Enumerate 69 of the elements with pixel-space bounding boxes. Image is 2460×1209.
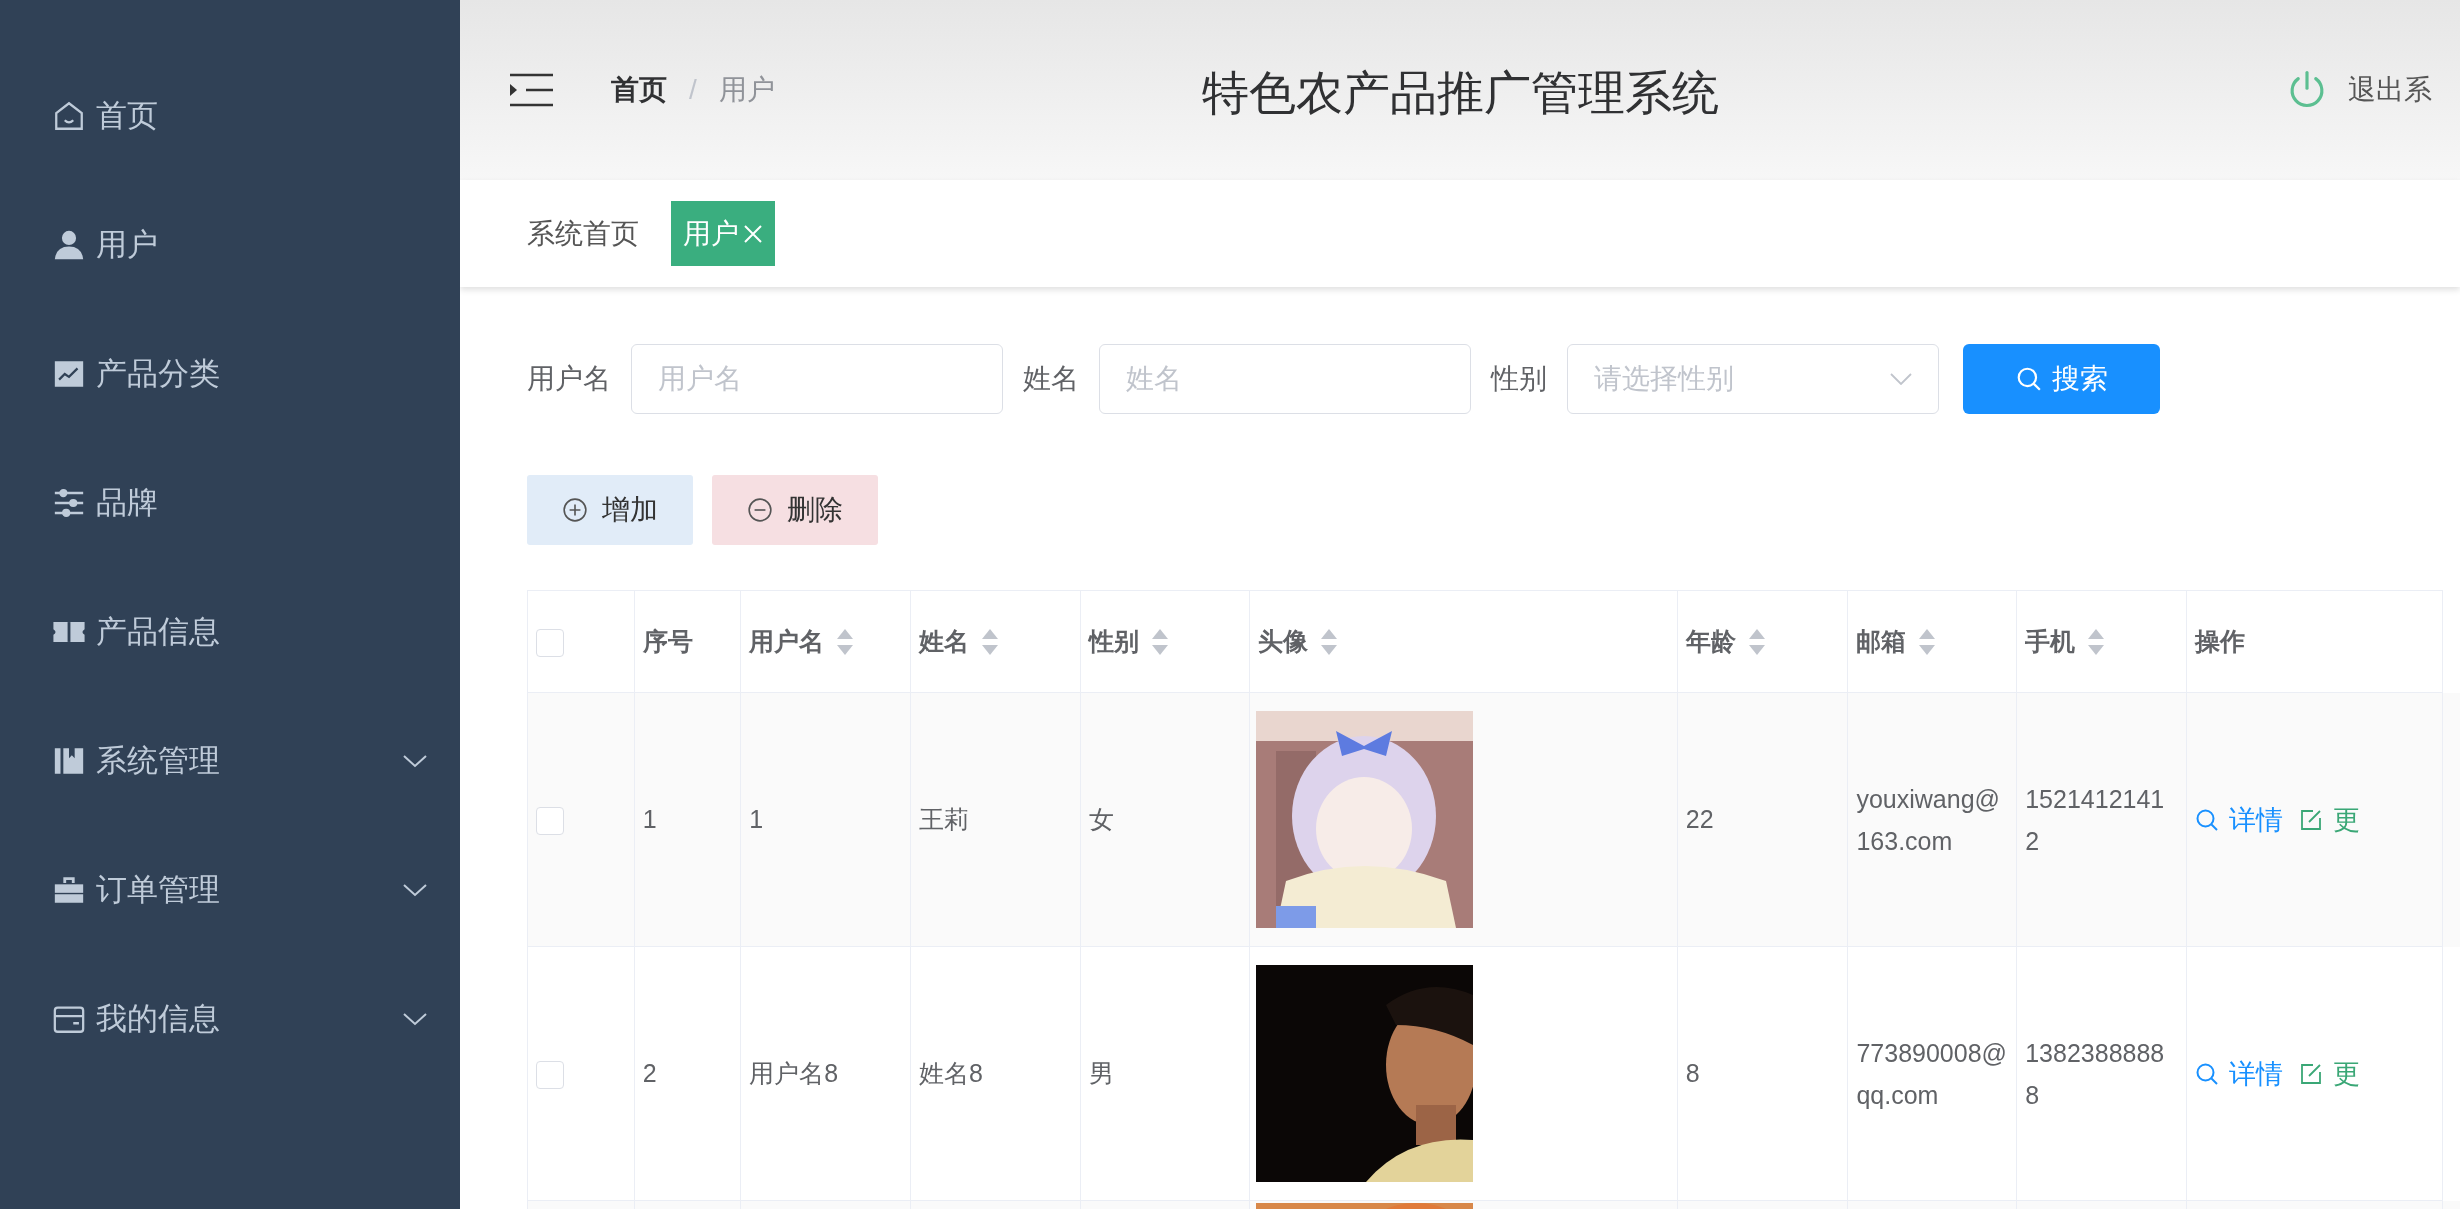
sidebar-menu-item[interactable]: 用户 — [0, 180, 460, 309]
sidebar-menu-item[interactable]: 首页 — [0, 51, 460, 180]
column-header: 序号 — [642, 626, 693, 657]
detail-link[interactable]: 详情 — [2194, 1055, 2283, 1092]
sidebar-menu-item[interactable]: 产品信息 — [0, 567, 460, 696]
filter-label: 用户名 — [527, 362, 611, 396]
checkbox[interactable] — [536, 1060, 564, 1089]
sort-icon[interactable] — [980, 627, 999, 656]
page-tab[interactable]: 系统首页 — [527, 201, 653, 266]
input-field[interactable]: 用户名 — [631, 344, 1003, 414]
sidebar-menu-item[interactable]: 产品分类 — [0, 309, 460, 438]
column-header: 操作 — [2194, 626, 2245, 657]
caret-icon — [1890, 373, 1912, 385]
checkbox[interactable] — [536, 806, 564, 835]
add-button[interactable]: 增加 — [527, 475, 693, 545]
table-cell-text: 13823888888 — [2025, 1037, 2166, 1111]
table-cell-text: 8 — [1685, 1059, 1701, 1088]
table-cell-text: 2 — [642, 1059, 658, 1088]
breadcrumb-item: 用户 — [718, 73, 775, 107]
sidebar-menu-item[interactable]: 订单管理 — [0, 825, 460, 954]
close-icon[interactable] — [743, 223, 763, 244]
chevron-down-icon — [402, 752, 428, 769]
search-icon — [2015, 366, 2042, 392]
sort-icon[interactable] — [2087, 627, 2106, 656]
column-header: 手机 — [2025, 626, 2076, 657]
sidebar-menu-item[interactable]: 品牌 — [0, 438, 460, 567]
edit-icon — [2298, 807, 2323, 832]
sort-icon[interactable] — [836, 627, 855, 656]
logout-link[interactable]: 退出系 — [2348, 71, 2432, 109]
chevron-down-icon — [402, 1010, 428, 1027]
filter-label: 性别 — [1491, 362, 1547, 396]
sort-icon[interactable] — [1918, 627, 1937, 656]
table-cell-text: 男 — [1088, 1058, 1115, 1089]
column-header: 用户名 — [749, 626, 825, 657]
table-cell-text: 773890008@qq.com — [1856, 1037, 2008, 1111]
edit-icon — [2298, 1061, 2323, 1086]
breadcrumb-separator: / — [689, 74, 697, 106]
table-cell-text: 用户名8 — [749, 1058, 840, 1089]
search-icon — [2194, 1061, 2219, 1086]
filter-label: 姓名 — [1023, 362, 1079, 396]
table-cell-text: 15214121412 — [2025, 783, 2166, 857]
breadcrumb-item[interactable]: 首页 — [611, 71, 667, 109]
column-header: 头像 — [1258, 626, 1309, 657]
checkbox[interactable] — [536, 628, 564, 657]
system-title: 特色农产品推广管理系统 — [1201, 66, 1719, 119]
sort-icon[interactable] — [1747, 627, 1766, 656]
sort-icon[interactable] — [1150, 627, 1169, 656]
table-cell-text: 1 — [749, 805, 765, 834]
delete-button[interactable]: 删除 — [712, 475, 878, 545]
menu-icon[interactable] — [510, 73, 553, 107]
column-header: 姓名 — [918, 626, 969, 657]
search-button[interactable]: 搜索 — [1963, 344, 2160, 414]
sort-icon[interactable] — [1320, 627, 1339, 656]
input-field[interactable]: 姓名 — [1099, 344, 1471, 414]
plus-circle-icon — [562, 497, 588, 523]
search-icon — [2194, 807, 2219, 832]
table-cell-text: 22 — [1685, 805, 1715, 834]
sidebar-menu-item[interactable]: 我的信息 — [0, 954, 460, 1083]
chevron-down-icon — [402, 881, 428, 898]
table-cell-text: 女 — [1088, 804, 1115, 835]
sidebar-menu-item[interactable]: 系统管理 — [0, 696, 460, 825]
minus-circle-icon — [747, 497, 773, 523]
table-cell-text: youxiwang@163.com — [1856, 783, 2001, 857]
column-header: 年龄 — [1685, 626, 1736, 657]
column-header: 性别 — [1088, 626, 1139, 657]
table-cell-text: 1 — [642, 805, 658, 834]
table-cell-text: 姓名8 — [918, 1058, 984, 1089]
column-header: 邮箱 — [1856, 626, 1907, 657]
table-cell-text: 王莉 — [918, 804, 970, 835]
